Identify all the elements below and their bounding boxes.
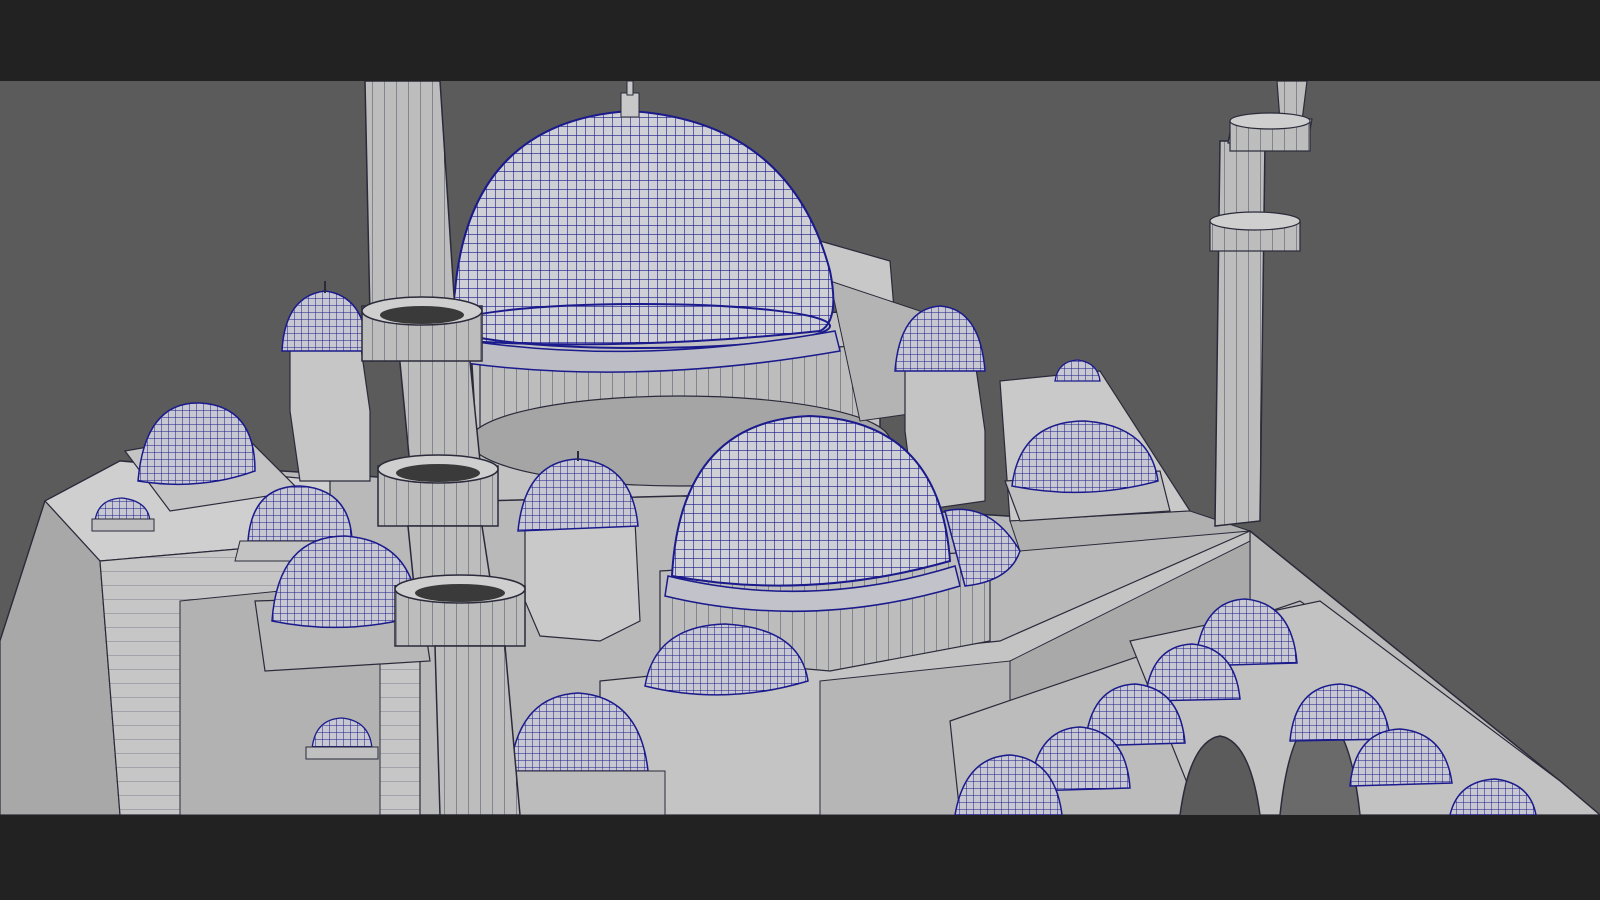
left-turret-dome (281, 281, 371, 482)
3d-viewport[interactable] (0, 81, 1600, 815)
letterbox-bottom-bar (0, 815, 1600, 900)
letterbox-top-bar (0, 0, 1600, 81)
viewport-canvas[interactable] (0, 81, 1600, 815)
center-left-turret (517, 451, 641, 642)
